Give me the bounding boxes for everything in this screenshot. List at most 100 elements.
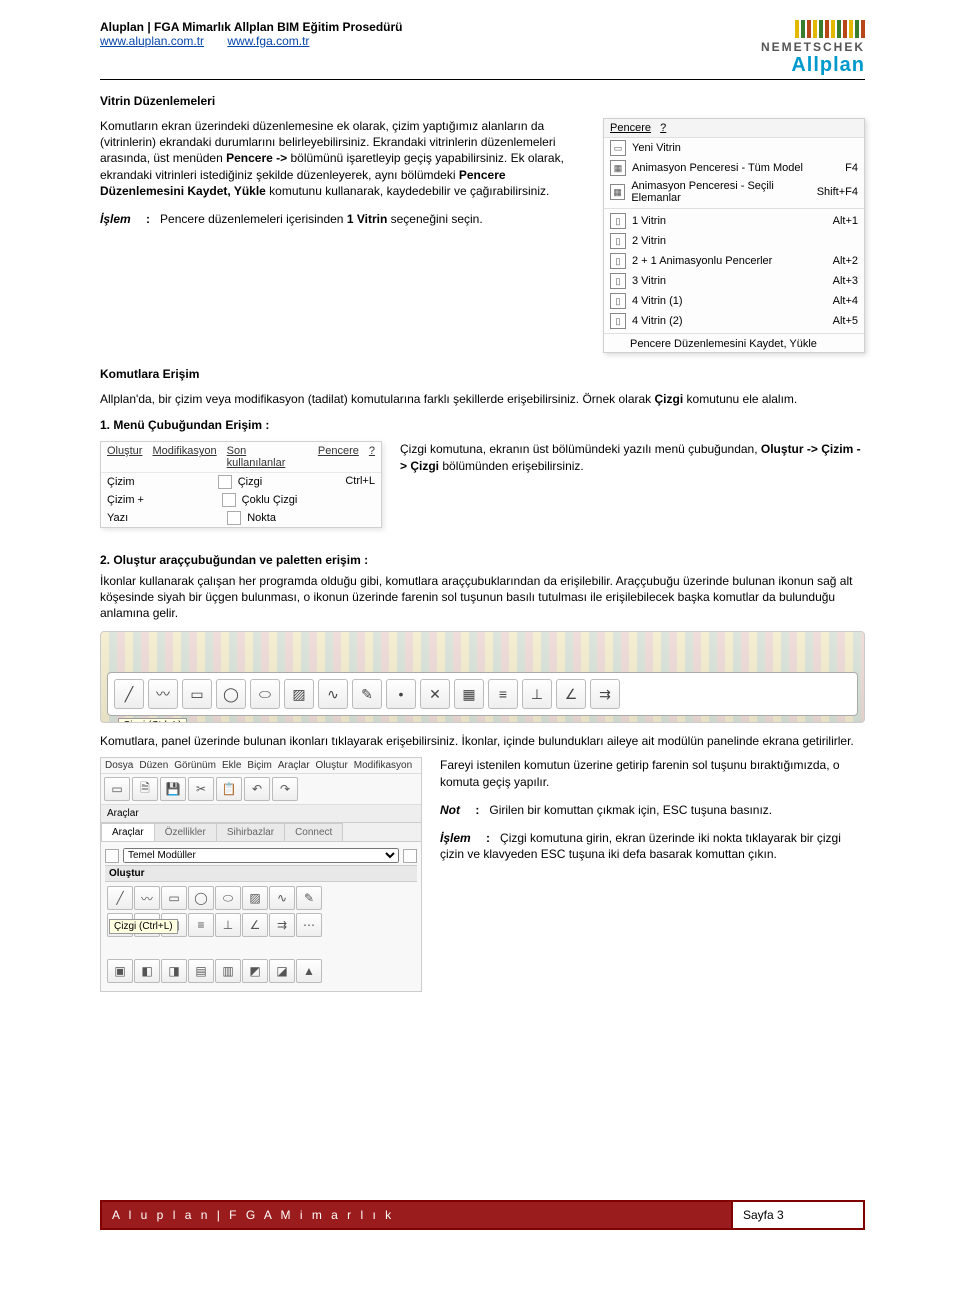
std-btn[interactable]: 🗎 xyxy=(132,777,158,801)
window-icon: ▭ xyxy=(610,140,626,156)
pm-araclar[interactable]: Araçlar xyxy=(278,760,310,771)
menubar-olustur[interactable]: Oluştur xyxy=(107,445,142,469)
toolbar-access-heading: 2. Oluştur araççubuğundan ve paletten er… xyxy=(100,553,368,567)
std-btn[interactable]: 📋 xyxy=(216,777,242,801)
pg-misc[interactable]: ⋯ xyxy=(296,913,322,937)
page-footer: A l u p l a n | F G A M i m a r l ı k Sa… xyxy=(100,1200,865,1230)
module-icon xyxy=(105,849,119,863)
pg-a[interactable]: ▣ xyxy=(107,959,133,983)
layout-4b-icon: ▯ xyxy=(610,313,626,329)
point-icon xyxy=(227,511,241,525)
tab-araclar[interactable]: Araçlar xyxy=(101,823,155,841)
brand-logo: NEMETSCHEK Allplan xyxy=(761,20,865,77)
pg-spl[interactable]: ∿ xyxy=(269,886,295,910)
tool-pattern-button[interactable]: ▨ xyxy=(284,679,314,709)
link-aluplan[interactable]: www.aluplan.com.tr xyxy=(100,34,204,48)
layout-3-icon: ▯ xyxy=(610,273,626,289)
menu-item-2plus1[interactable]: ▯2 + 1 Animasyonlu Pencerler Alt+2 xyxy=(604,251,864,271)
menu-title-pencere[interactable]: Pencere xyxy=(610,122,651,134)
menubar-pencere[interactable]: Pencere xyxy=(318,445,359,469)
islem-line-2: İşlem : Çizgi komutuna girin, ekran üzer… xyxy=(440,830,865,862)
menubar-help[interactable]: ? xyxy=(369,445,375,469)
menu-item-yeni-vitrin[interactable]: ▭Yeni Vitrin xyxy=(604,138,864,158)
tool-offset-button[interactable]: ⇉ xyxy=(590,679,620,709)
page-header: Aluplan | FGA Mimarlık Allplan BIM Eğiti… xyxy=(100,20,865,77)
toolbar-paragraph-1: İkonlar kullanarak çalışan her programda… xyxy=(100,573,865,622)
pg-e[interactable]: ▥ xyxy=(215,959,241,983)
std-btn[interactable]: 💾 xyxy=(160,777,186,801)
polyline-icon xyxy=(222,493,236,507)
tool-parallel-button[interactable]: ≡ xyxy=(488,679,518,709)
tool-freehand-button[interactable]: ✎ xyxy=(352,679,382,709)
pm-olustur[interactable]: Oluştur xyxy=(316,760,348,771)
pm-gorunum[interactable]: Görünüm xyxy=(174,760,216,771)
komutlara-paragraph: Allplan'da, bir çizim veya modifikasyon … xyxy=(100,391,865,407)
layout-1-icon: ▯ xyxy=(610,213,626,229)
pm-dosya[interactable]: Dosya xyxy=(105,760,133,771)
pg-line[interactable]: ╱ xyxy=(107,886,133,910)
pm-ekle[interactable]: Ekle xyxy=(222,760,241,771)
pg-off[interactable]: ⇉ xyxy=(269,913,295,937)
tool-angle-button[interactable]: ∠ xyxy=(556,679,586,709)
pg-d[interactable]: ▤ xyxy=(188,959,214,983)
menu-item-2vitrin[interactable]: ▯2 Vitrin xyxy=(604,231,864,251)
std-btn[interactable]: ✂ xyxy=(188,777,214,801)
tool-rect-button[interactable]: ▭ xyxy=(182,679,212,709)
std-btn[interactable]: ↷ xyxy=(272,777,298,801)
line-icon xyxy=(218,475,232,489)
tab-connect[interactable]: Connect xyxy=(284,823,343,841)
link-fga[interactable]: www.fga.com.tr xyxy=(227,34,309,48)
menu-row-cizgi[interactable]: Çizim Çizgi Ctrl+L xyxy=(101,473,381,491)
araclar-panel-screenshot: Dosya Düzen Görünüm Ekle Biçim Araçlar O… xyxy=(100,757,422,992)
pg-b[interactable]: ◧ xyxy=(134,959,160,983)
tool-cross-button[interactable]: ✕ xyxy=(420,679,450,709)
menu-item-anim-tum[interactable]: ▦Animasyon Penceresi - Tüm Model F4 xyxy=(604,158,864,178)
tool-line-button[interactable]: ╱ xyxy=(114,679,144,709)
menu-item-kaydet-yukle[interactable]: Pencere Düzenlemesini Kaydet, Yükle xyxy=(604,336,864,352)
tool-spline-button[interactable]: ∿ xyxy=(318,679,348,709)
tab-sihirbazlar[interactable]: Sihirbazlar xyxy=(216,823,285,841)
layout-2-icon: ▯ xyxy=(610,233,626,249)
std-btn[interactable]: ▭ xyxy=(104,777,130,801)
pg-poly[interactable]: 〰 xyxy=(134,886,160,910)
pg-ell[interactable]: ⬭ xyxy=(215,886,241,910)
pm-bicim[interactable]: Biçim xyxy=(247,760,271,771)
pg-par[interactable]: ≡ xyxy=(188,913,214,937)
not-line: Not : Girilen bir komuttan çıkmak için, … xyxy=(440,802,865,818)
menubar-modifikasyon[interactable]: Modifikasyon xyxy=(152,445,216,469)
tool-circle-button[interactable]: ◯ xyxy=(216,679,246,709)
menu-item-4vitrin1[interactable]: ▯4 Vitrin (1) Alt+4 xyxy=(604,291,864,311)
tool-polyline-button[interactable]: 〰 xyxy=(148,679,178,709)
menu-item-anim-secili[interactable]: ▦Animasyon Penceresi - Seçili Elemanlar … xyxy=(604,178,864,206)
menu-item-4vitrin2[interactable]: ▯4 Vitrin (2) Alt+5 xyxy=(604,311,864,331)
pg-free[interactable]: ✎ xyxy=(296,886,322,910)
brand-allplan: Allplan xyxy=(761,54,865,77)
panel-section-olustur: Oluştur xyxy=(105,865,417,882)
tool-block-button[interactable]: ▦ xyxy=(454,679,484,709)
pm-duzen[interactable]: Düzen xyxy=(139,760,168,771)
pg-g[interactable]: ◪ xyxy=(269,959,295,983)
pg-c[interactable]: ◨ xyxy=(161,959,187,983)
module-select[interactable]: Temel Modüller xyxy=(123,848,399,863)
pg-circ[interactable]: ◯ xyxy=(188,886,214,910)
menu-help-q[interactable]: ? xyxy=(660,122,666,134)
pg-h[interactable]: ▲ xyxy=(296,959,322,983)
menu-item-3vitrin[interactable]: ▯3 Vitrin Alt+3 xyxy=(604,271,864,291)
pg-pat[interactable]: ▨ xyxy=(242,886,268,910)
tool-point-button[interactable]: • xyxy=(386,679,416,709)
tool-ellipse-button[interactable]: ⬭ xyxy=(250,679,280,709)
pg-ang[interactable]: ∠ xyxy=(242,913,268,937)
module-opt-icon[interactable] xyxy=(403,849,417,863)
pg-f[interactable]: ◩ xyxy=(242,959,268,983)
tab-ozellikler[interactable]: Özellikler xyxy=(154,823,217,841)
section-vitrin-title: Vitrin Düzenlemeleri xyxy=(100,94,865,108)
menu-item-1vitrin[interactable]: ▯1 Vitrin Alt+1 xyxy=(604,211,864,231)
pg-perp[interactable]: ⊥ xyxy=(215,913,241,937)
menu-row-coklu[interactable]: Çizim + Çoklu Çizgi xyxy=(101,491,381,509)
menu-row-nokta[interactable]: Yazı Nokta xyxy=(101,509,381,527)
std-btn[interactable]: ↶ xyxy=(244,777,270,801)
tool-perp-button[interactable]: ⊥ xyxy=(522,679,552,709)
menubar-son[interactable]: Son kullanılanlar xyxy=(227,445,308,469)
pm-modif[interactable]: Modifikasyon xyxy=(354,760,412,771)
pg-rect[interactable]: ▭ xyxy=(161,886,187,910)
